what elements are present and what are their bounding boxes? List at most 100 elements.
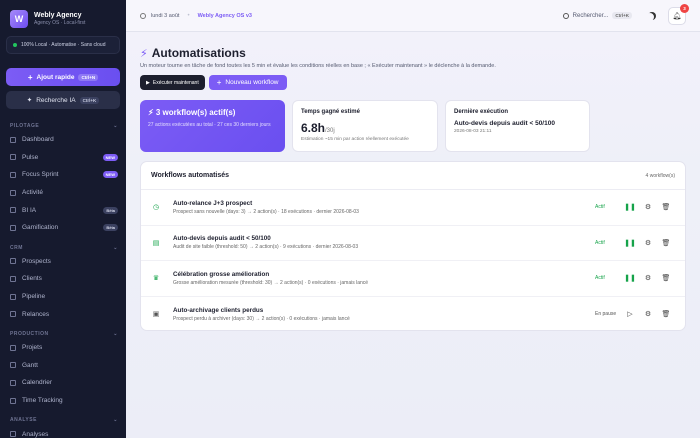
- workflow-name: Auto-archivage clients perdus: [173, 306, 264, 314]
- quick-add-button[interactable]: + Ajout rapide Ctrl+N: [6, 68, 120, 86]
- sidebar-item[interactable]: Activité: [0, 184, 126, 202]
- trash-icon[interactable]: 🗑︎: [657, 274, 675, 282]
- pause-toggle-icon[interactable]: ❚❚: [621, 239, 639, 247]
- nav-section[interactable]: PILOTAGE ⌄: [0, 121, 126, 131]
- nav-section[interactable]: ANALYSE ⌄: [0, 415, 126, 425]
- topbar: lundi 3 août • Webly Agency OS v3 Recher…: [126, 0, 700, 32]
- settings-icon[interactable]: ⚙︎: [639, 274, 657, 282]
- separator-dot: •: [187, 12, 190, 19]
- sidebar-item[interactable]: Relances: [0, 305, 126, 323]
- quick-add-shortcut: Ctrl+N: [78, 73, 99, 81]
- trash-icon[interactable]: 🗑︎: [657, 239, 675, 247]
- logo-icon: W: [10, 10, 28, 28]
- sidebar-item-label: Analyses: [22, 430, 49, 438]
- workflow-row[interactable]: ▣ Auto-archivage clients perdus Prospect p…: [141, 297, 685, 331]
- calendar-icon: [140, 12, 146, 19]
- sidebar-item[interactable]: Gantt: [0, 357, 126, 375]
- sidebar-item[interactable]: Dashboard: [0, 131, 126, 149]
- active-workflows-sub: 27 actions exécutées au total · 27 ces 3…: [148, 122, 271, 128]
- nav-section-title: CRM: [10, 244, 23, 251]
- time-saved-sub: Estimation ~15 min par action réellement…: [301, 137, 409, 142]
- pulse-icon: [10, 154, 16, 161]
- nav-section[interactable]: PRODUCTION ⌄: [0, 329, 126, 339]
- play-icon[interactable]: ▷: [621, 310, 639, 318]
- run-now-label: Exécuter maintenant: [152, 79, 199, 86]
- sidebar-item-label: Time Tracking: [22, 397, 63, 405]
- trophy-icon: [10, 224, 16, 231]
- workflow-row[interactable]: ▤ Auto-devis depuis audit < 50/100 Audit d…: [141, 226, 685, 261]
- sidebar-item[interactable]: Prospects: [0, 253, 126, 271]
- search-ai-button[interactable]: ✦ Recherche IA Ctrl+K: [6, 91, 120, 109]
- document-icon: ▤: [152, 239, 160, 247]
- settings-icon[interactable]: ⚙︎: [639, 203, 657, 211]
- sidebar-item-label: Pipeline: [22, 293, 46, 301]
- users-icon: [10, 258, 16, 265]
- theme-toggle-icon[interactable]: [648, 12, 656, 20]
- sidebar-item-label: Gantt: [22, 361, 38, 369]
- sidebar-item-label: Focus Sprint: [22, 171, 59, 179]
- search-ai-shortcut: Ctrl+K: [79, 96, 100, 104]
- sidebar-item[interactable]: Time Tracking: [0, 392, 126, 410]
- status-pill: 100% Local · Automatise · Sans cloud: [6, 36, 120, 54]
- trash-icon[interactable]: 🗑︎: [657, 310, 675, 318]
- run-now-button[interactable]: ▶ Exécuter maintenant: [140, 75, 205, 90]
- status-text: 100% Local · Automatise · Sans cloud: [21, 42, 106, 48]
- trash-icon[interactable]: 🗑︎: [657, 203, 675, 211]
- plus-icon: +: [216, 78, 222, 87]
- sidebar-item[interactable]: BI IA Bêta: [0, 201, 126, 219]
- sidebar-item-label: Activité: [22, 189, 43, 197]
- clock-icon: [10, 397, 16, 404]
- user-icon: [10, 275, 16, 282]
- chart-icon: [10, 207, 16, 214]
- notification-count: 3: [680, 3, 689, 13]
- calendar-icon: [10, 379, 16, 386]
- activity-icon: [10, 189, 16, 196]
- sidebar-item[interactable]: Clients: [0, 270, 126, 288]
- workflow-row[interactable]: ◷ Auto-relance J+3 prospect Prospect sans …: [141, 190, 685, 226]
- sidebar: W Webly Agency Agency OS · Local-first 1…: [0, 0, 126, 438]
- global-search[interactable]: Rechercher... Ctrl+K: [562, 12, 632, 19]
- active-workflows-title: 3 workflow(s) actif(s): [155, 108, 236, 117]
- time-saved-card: Temps gagné estimé 6.8h/30j Estimation ~…: [292, 100, 438, 152]
- sidebar-item-label: BI IA: [22, 206, 37, 214]
- grid-icon: [10, 136, 16, 143]
- workflow-row[interactable]: ♛ Célébration grosse amélioration Grosse a…: [141, 261, 685, 297]
- sidebar-item[interactable]: Calendrier: [0, 374, 126, 392]
- sidebar-item[interactable]: Pulse NEW: [0, 149, 126, 167]
- sidebar-item-label: Pulse: [22, 153, 39, 161]
- sidebar-item[interactable]: Gamification Bêta: [0, 219, 126, 237]
- sidebar-item-label: Prospects: [22, 257, 51, 265]
- sidebar-badge: Bêta: [103, 206, 118, 214]
- nav-section[interactable]: CRM ⌄: [0, 243, 126, 253]
- settings-icon[interactable]: ⚙︎: [639, 310, 657, 318]
- notifications-button[interactable]: 🔔︎ 3: [668, 3, 689, 25]
- sparkle-icon: ✦: [26, 97, 33, 104]
- sidebar-item-label: Calendrier: [22, 379, 52, 387]
- workflow-status: Actif: [595, 204, 605, 211]
- sidebar-item-label: Gamification: [22, 224, 59, 232]
- settings-icon[interactable]: ⚙︎: [639, 239, 657, 247]
- chevron-down-icon: ⌄: [113, 244, 118, 251]
- gantt-icon: [10, 362, 16, 369]
- sidebar-item[interactable]: Analyses: [0, 425, 126, 438]
- target-icon: [10, 171, 16, 178]
- date-display: lundi 3 août: [140, 12, 179, 19]
- card-bolt-icon: ⚡︎: [148, 108, 154, 117]
- main-area: lundi 3 août • Webly Agency OS v3 Recher…: [126, 0, 700, 438]
- search-ai-label: Recherche IA: [36, 96, 76, 104]
- sidebar-item[interactable]: Focus Sprint NEW: [0, 166, 126, 184]
- search-shortcut: Ctrl+K: [612, 12, 632, 19]
- brand-sub: Agency OS · Local-first: [34, 20, 86, 26]
- sidebar-item[interactable]: Projets: [0, 339, 126, 357]
- page-description: Un moteur tourne en tâche de fond toutes…: [140, 63, 496, 69]
- new-workflow-button[interactable]: + Nouveau workflow: [208, 75, 287, 90]
- sidebar-item[interactable]: Pipeline: [0, 288, 126, 306]
- last-run-card: Dernière exécution Auto-devis depuis aud…: [445, 100, 590, 152]
- refresh-icon: [10, 311, 16, 318]
- folder-icon: [10, 344, 16, 351]
- sidebar-item-label: Dashboard: [22, 136, 54, 144]
- page-title: Automatisations: [151, 46, 246, 60]
- pause-toggle-icon[interactable]: ❚❚: [621, 203, 639, 211]
- pause-toggle-icon[interactable]: ❚❚: [621, 274, 639, 282]
- status-dot-icon: [13, 43, 17, 47]
